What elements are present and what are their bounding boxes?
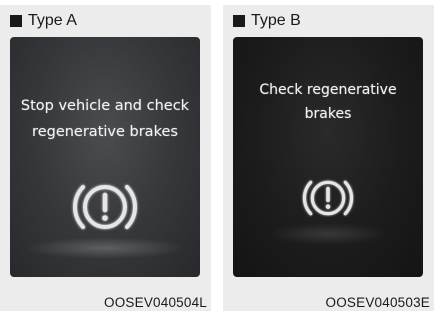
panel-title: Type B (251, 12, 301, 29)
warning-message: Check regenerative brakes (259, 82, 397, 122)
brake-warning-icon (295, 165, 361, 231)
panel-type-a: Type A Stop vehicle and check regenerati… (0, 5, 211, 311)
square-bullet-icon (233, 15, 245, 27)
figure-code: OOSEV040503E (325, 295, 430, 310)
brake-warning-icon (63, 165, 147, 249)
figure-code: OOSEV040504L (104, 295, 207, 310)
panel-header: Type B (233, 10, 301, 32)
cluster-display: Check regenerative brakes (233, 37, 423, 277)
panel-title: Type A (28, 12, 77, 29)
square-bullet-icon (10, 15, 22, 27)
cluster-display: Stop vehicle and check regenerative brak… (10, 37, 200, 277)
panel-type-b: Type B Check regenerative brakes OOSEV04… (223, 5, 434, 311)
panel-header: Type A (10, 10, 77, 32)
warning-message: Stop vehicle and check regenerative brak… (20, 98, 190, 140)
